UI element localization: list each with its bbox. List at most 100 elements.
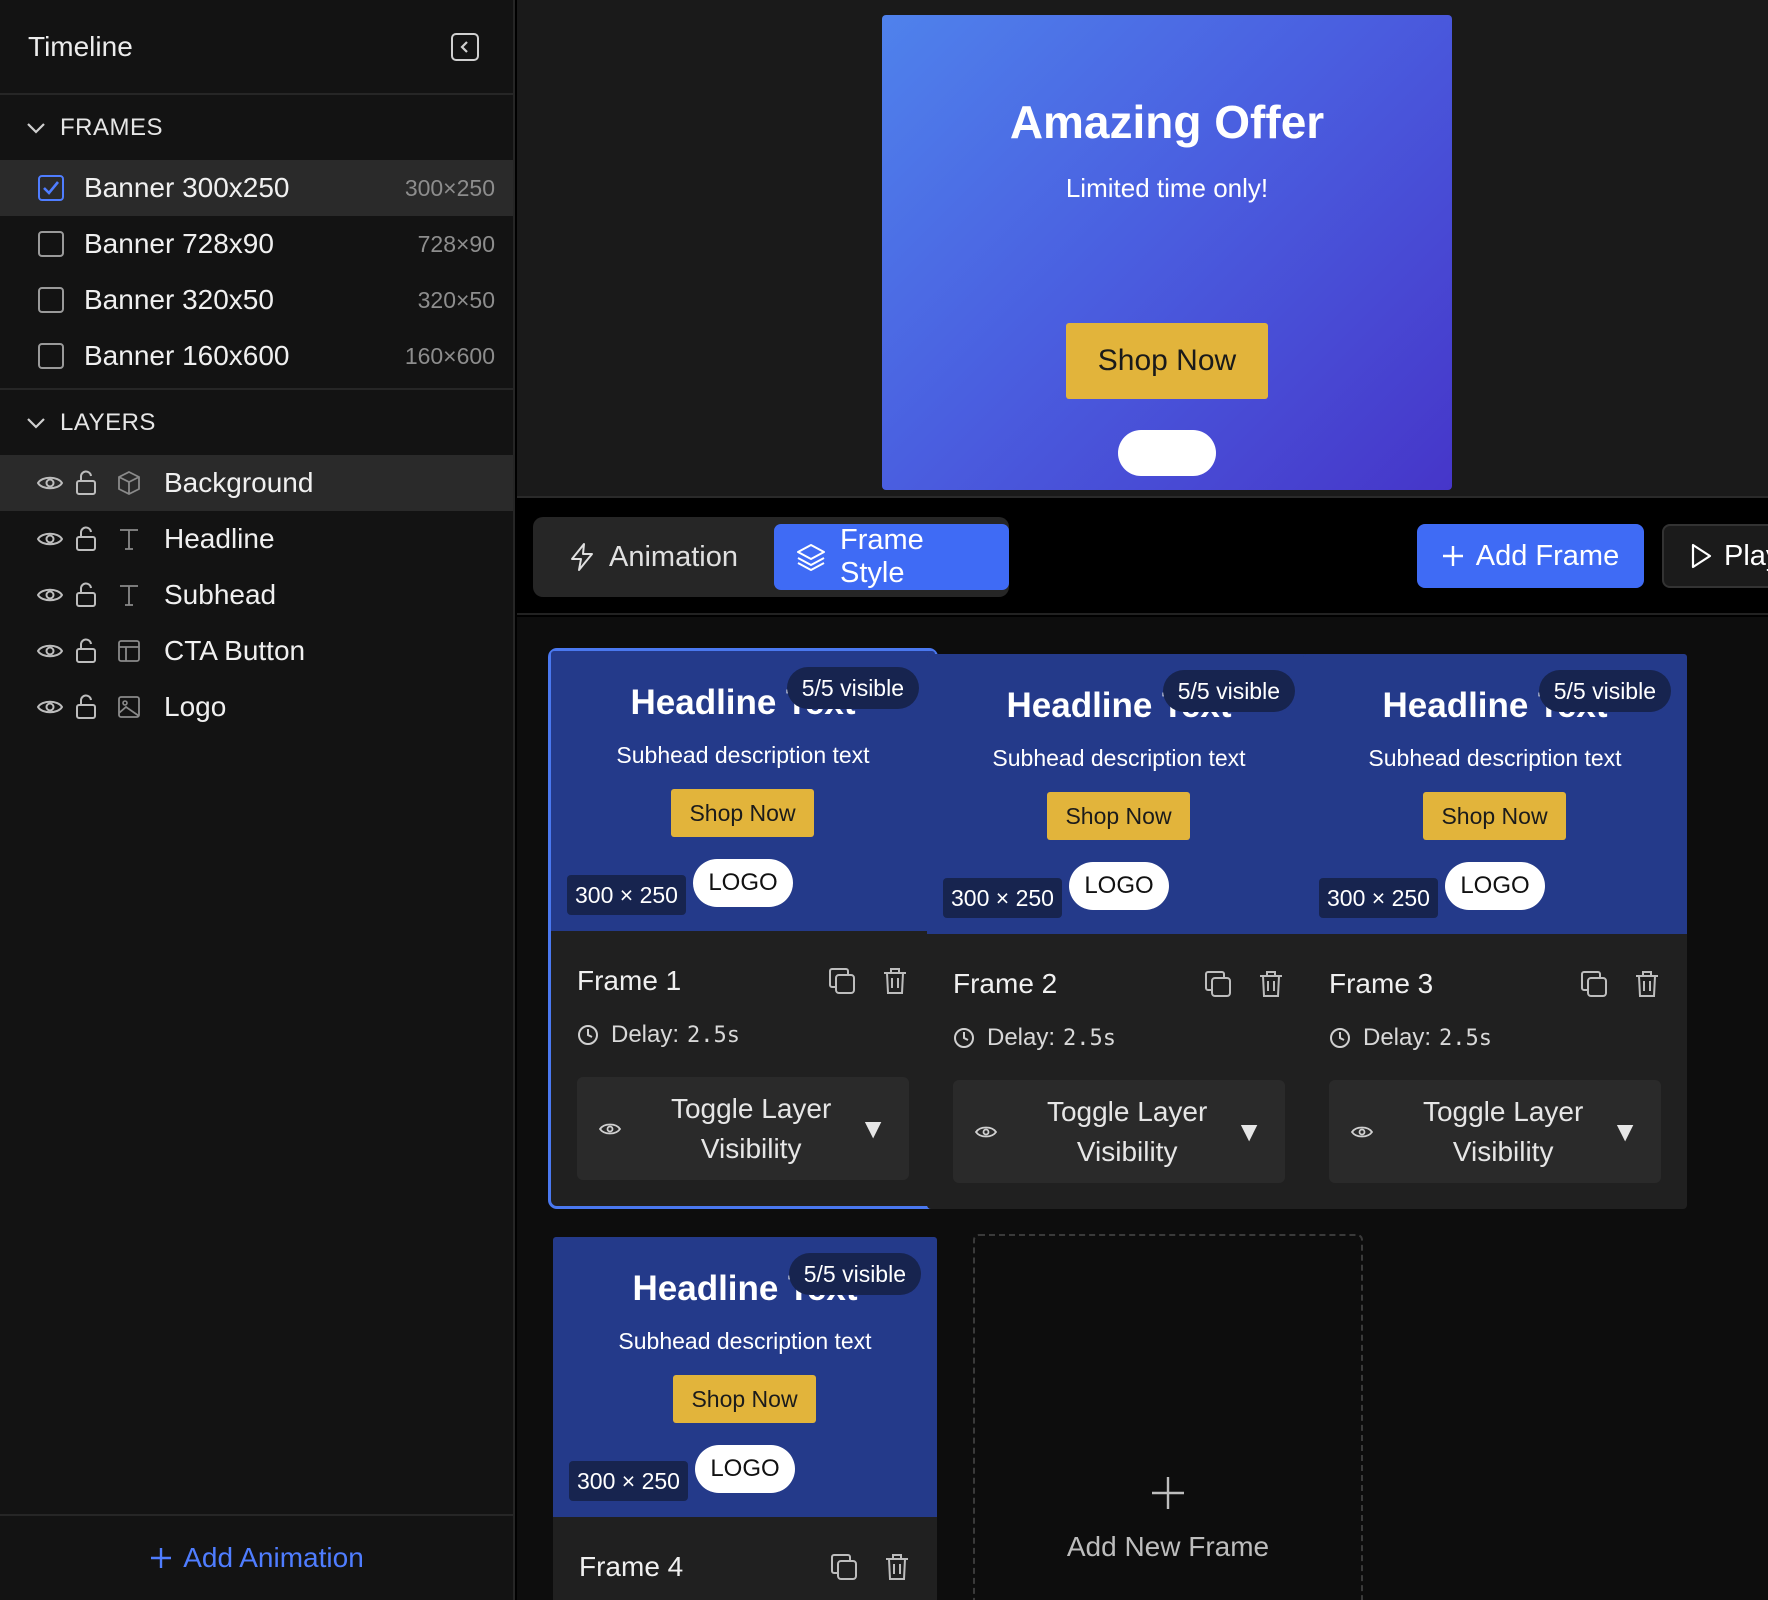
eye-icon[interactable] [36,525,64,553]
banner-cta-button[interactable]: Shop Now [1066,323,1268,399]
layer-item-headline[interactable]: Headline [0,511,513,567]
frame-card-3[interactable]: Headline Text 5/5 visible Subhead descri… [1303,654,1687,1209]
play-button[interactable]: Play [1662,524,1768,588]
tab-frame-style-label: Frame Style [840,524,924,589]
banner-subhead: Limited time only! [1065,173,1269,203]
thumb-logo: LOGO [1445,862,1545,910]
clock-icon [1329,1027,1351,1049]
unlock-icon[interactable] [72,469,100,497]
checkbox-icon[interactable] [38,231,64,257]
frame-card-2[interactable]: Headline Text 5/5 visible Subhead descri… [927,654,1311,1209]
thumb-size-label: 300 × 250 [1319,878,1438,918]
layer-item-logo[interactable]: Logo [0,679,513,735]
frame-item-banner-300x250[interactable]: Banner 300x250 300×250 [0,160,513,216]
frames-section-label: FRAMES [60,113,164,141]
layer-item-background[interactable]: Background [0,455,513,511]
frame-item-banner-728x90[interactable]: Banner 728x90 728×90 [0,216,513,272]
layer-name: Logo [164,691,227,722]
play-label: Play [1724,539,1768,572]
toggle-layer-visibility-select[interactable]: Toggle Layer Visibility ▼ [953,1080,1285,1183]
plus-icon [1442,545,1464,567]
duplicate-icon[interactable] [829,1552,859,1582]
unlock-icon[interactable] [72,525,100,553]
collapse-sidebar-icon[interactable] [451,32,479,61]
sidebar-title: Timeline [28,30,133,62]
frame-thumbnail[interactable]: Headline Text 5/5 visible Subhead descri… [553,1237,937,1517]
frame-item-banner-160x600[interactable]: Banner 160x600 160×600 [0,328,513,384]
layer-item-cta-button[interactable]: CTA Button [0,623,513,679]
thumb-logo: LOGO [1069,862,1169,910]
frame-item-banner-320x50[interactable]: Banner 320x50 320×50 [0,272,513,328]
delay-info: Delay: 2.5s [577,1021,909,1048]
thumb-logo: LOGO [693,859,793,907]
tab-frame-style[interactable]: Frame Style [774,524,1009,590]
frames-section-toggle[interactable]: FRAMES [0,95,513,160]
tab-animation-label: Animation [609,540,738,573]
add-frame-button[interactable]: Add Frame [1417,524,1644,588]
thumb-cta: Shop Now [1423,792,1566,840]
thumb-cta: Shop Now [1047,792,1190,840]
thumb-cta: Shop Now [671,789,814,837]
thumb-size-label: 300 × 250 [567,875,686,915]
duplicate-icon[interactable] [1203,969,1233,999]
visibility-badge: 5/5 visible [786,667,919,709]
frame-title: Frame 2 [953,968,1058,999]
dropdown-caret-icon: ▼ [1235,1115,1263,1147]
frame-item-name: Banner 300x250 [84,172,290,203]
tab-animation[interactable]: Animation [547,524,760,590]
frame-thumbnail[interactable]: Headline Text 5/5 visible Subhead descri… [1303,654,1687,934]
layer-name: Headline [164,523,275,554]
toggle-layer-visibility-select[interactable]: Toggle Layer Visibility ▼ [1329,1080,1661,1183]
toggle-layer-visibility-select[interactable]: Toggle Layer Visibility ▼ [577,1077,909,1180]
eye-icon[interactable] [36,469,64,497]
layer-item-subhead[interactable]: Subhead [0,567,513,623]
banner-preview[interactable]: Amazing Offer Limited time only! Shop No… [882,15,1452,490]
trash-icon[interactable] [881,966,909,996]
checkbox-icon[interactable] [38,287,64,313]
clock-icon [577,1024,599,1046]
toggle-label: Toggle Layer Visibility [1422,1095,1584,1167]
add-frame-label: Add Frame [1475,539,1620,572]
layer-name: CTA Button [164,635,306,666]
unlock-icon[interactable] [72,693,100,721]
eye-icon[interactable] [36,693,64,721]
frames-grid: Headline Text 5/5 visible Subhead descri… [517,617,1768,1600]
frame-thumbnail[interactable]: Headline Text 5/5 visible Subhead descri… [927,654,1311,934]
eye-icon[interactable] [36,581,64,609]
unlock-icon[interactable] [72,581,100,609]
frame-card-1[interactable]: Headline Text 5/5 visible Subhead descri… [548,648,938,1209]
layer-name: Background [164,467,314,498]
eye-icon[interactable] [36,637,64,665]
cube-icon [114,469,144,497]
delay-value: 2.5s [1063,1025,1117,1051]
frame-card-4[interactable]: Headline Text 5/5 visible Subhead descri… [553,1237,937,1600]
add-new-frame-card[interactable]: Add New Frame [973,1234,1363,1600]
visibility-badge: 5/5 visible [1162,670,1295,712]
eye-icon [599,1121,621,1137]
plus-icon [149,1546,173,1570]
frame-title: Frame 1 [577,965,682,996]
layers-section-toggle[interactable]: LAYERS [0,390,513,455]
banner-logo-pill[interactable] [1118,430,1216,476]
eye-icon [975,1124,997,1140]
checkbox-checked-icon[interactable] [38,175,64,201]
frame-item-size: 160×600 [404,342,495,369]
visibility-badge: 5/5 visible [788,1253,921,1295]
duplicate-icon[interactable] [827,966,857,996]
frame-item-name: Banner 160x600 [84,340,290,371]
unlock-icon[interactable] [72,637,100,665]
trash-icon[interactable] [1633,969,1661,999]
toggle-label: Toggle Layer Visibility [1046,1095,1208,1167]
frame-thumbnail[interactable]: Headline Text 5/5 visible Subhead descri… [551,651,935,931]
thumb-subhead: Subhead description text [618,1328,872,1354]
frame-item-size: 728×90 [417,230,495,257]
delay-value: 2.5s [687,1022,741,1048]
thumb-subhead: Subhead description text [992,745,1246,771]
checkbox-icon[interactable] [38,343,64,369]
timeline-sidebar: Timeline FRAMES Banner 300x250 300×250 B… [0,0,515,1600]
trash-icon[interactable] [883,1552,911,1582]
frame-title: Frame 4 [579,1551,684,1582]
trash-icon[interactable] [1257,969,1285,999]
duplicate-icon[interactable] [1579,969,1609,999]
add-animation-button[interactable]: Add Animation [0,1514,513,1600]
